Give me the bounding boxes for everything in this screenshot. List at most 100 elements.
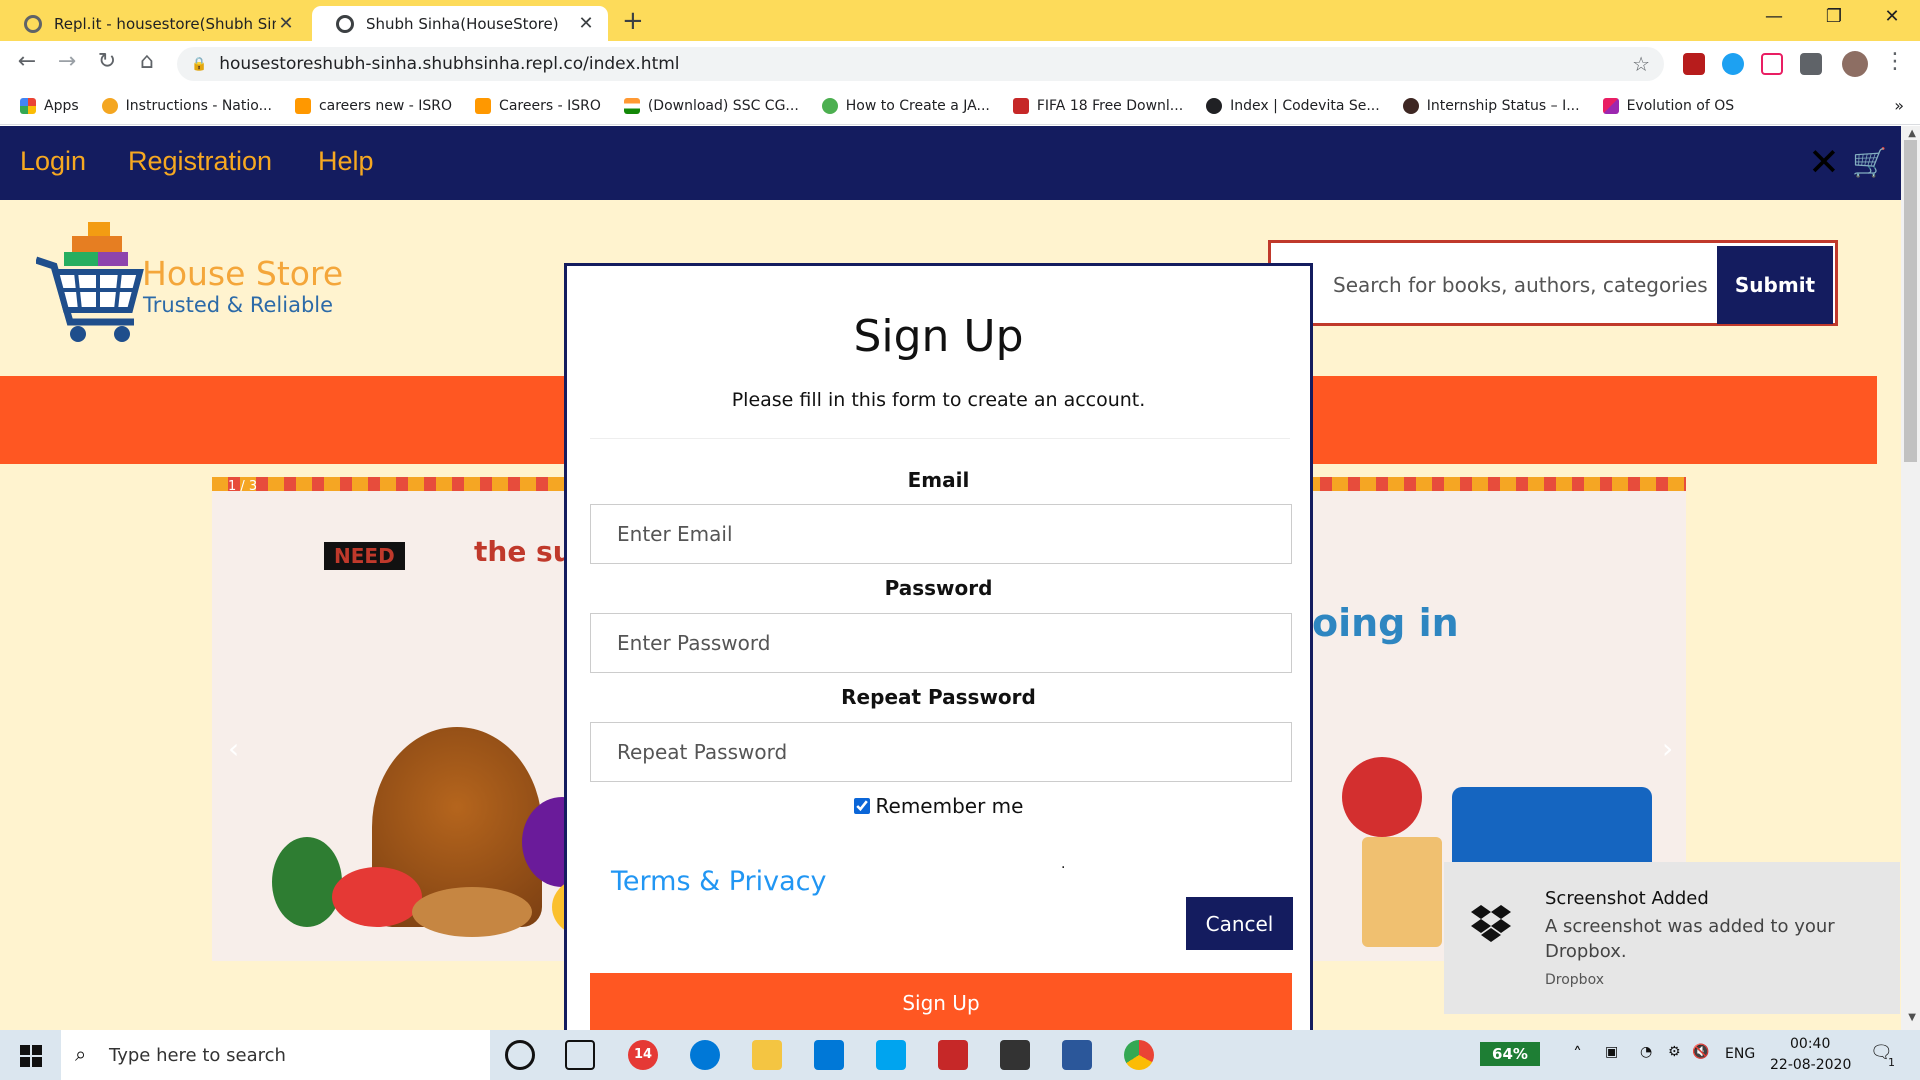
task-view-icon[interactable] [565,1040,595,1070]
edge-icon[interactable] [690,1040,720,1070]
browser-toolbar: ← → ↻ ⌂ 🔒 housestoreshubh-sinha.shubhsin… [0,41,1920,87]
bookmarks-bar: Apps Instructions - Natio... careers new… [0,87,1920,125]
app-badge-icon[interactable]: 14 [628,1040,658,1070]
slide-prev-arrow[interactable]: ‹ [228,732,239,765]
toast-title: Screenshot Added [1545,888,1709,909]
taskbar-search[interactable]: ⌕ Type here to search [61,1030,490,1080]
courier-cap-shape [1342,757,1422,837]
chrome-icon[interactable] [1124,1040,1154,1070]
tab-housestore[interactable]: Shubh Sinha(HouseStore) ✕ [312,6,608,41]
slide-counter: 1 / 3 [228,479,258,494]
bookmark-item[interactable]: FIFA 18 Free Downl... [1012,97,1183,114]
bookmark-star-icon[interactable]: ☆ [1632,52,1650,76]
restore-icon[interactable]: ❐ [1814,6,1854,27]
tray-app-icon[interactable]: ▣ [1605,1044,1618,1060]
clock-date[interactable]: 22-08-2020 [1770,1057,1851,1073]
bookmarks-overflow-icon[interactable]: » [1894,96,1904,115]
replit-favicon-icon [24,14,42,33]
bookmark-apps[interactable]: Apps [20,97,79,114]
india-flag-icon [623,97,640,114]
site-navbar: Login Registration Help ✕ 🛒 [0,126,1901,200]
remember-me[interactable]: Remember me [567,794,1310,818]
dropbox-notification[interactable]: Screenshot Added A screenshot was added … [1444,862,1900,1014]
volume-mute-icon[interactable]: 🔇 [1692,1044,1709,1060]
bookmark-item[interactable]: Careers - ISRO [475,97,601,114]
back-icon[interactable]: ← [12,49,42,74]
address-bar[interactable]: 🔒 housestoreshubh-sinha.shubhsinha.repl.… [177,47,1664,81]
signup-modal: Sign Up Please fill in this form to crea… [564,263,1313,1033]
home-icon[interactable]: ⌂ [132,49,162,74]
browser-tabstrip: Repl.it - housestore(Shubh Sinha) ✕ Shub… [0,0,1920,41]
scroll-down-arrow[interactable]: ▼ [1908,1012,1916,1023]
forward-icon[interactable]: → [52,49,82,74]
search-submit-button[interactable]: Submit [1717,246,1833,324]
new-tab-button[interactable]: + [622,6,644,36]
toast-body: A screenshot was added to your Dropbox. [1545,916,1835,962]
store-icon[interactable] [1000,1040,1030,1070]
l-app-icon[interactable] [876,1040,906,1070]
banner-text-right: oing in [1312,601,1459,645]
minimize-icon[interactable]: — [1754,6,1794,27]
wifi-icon[interactable]: ◔ [1640,1044,1652,1060]
remember-label: Remember me [875,794,1024,818]
scroll-thumb[interactable] [1904,140,1917,462]
cancel-button[interactable]: Cancel [1186,897,1293,950]
network-icon[interactable]: ⚙ [1668,1044,1681,1060]
tab-close-icon[interactable]: ✕ [276,13,296,34]
page-scrollbar[interactable]: ▲ ▼ [1901,126,1920,1030]
nav-login-link[interactable]: Login [20,146,86,177]
battery-indicator[interactable]: 64% [1480,1042,1540,1066]
slide-next-arrow[interactable]: › [1662,732,1673,765]
nav-help-link[interactable]: Help [318,146,374,177]
word-icon[interactable] [1062,1040,1092,1070]
window-close-icon[interactable]: ✕ [1872,6,1912,27]
windows-start-icon[interactable] [20,1045,42,1067]
language-indicator[interactable]: ENG [1725,1046,1755,1062]
tab-replit[interactable]: Repl.it - housestore(Shubh Sinha) ✕ [0,6,308,41]
clock-time[interactable]: 00:40 [1790,1036,1830,1052]
menu-kebab-icon[interactable]: ⋮ [1880,49,1910,74]
cortana-icon[interactable] [505,1040,535,1070]
profile-avatar[interactable] [1842,51,1868,77]
file-explorer-icon[interactable] [752,1040,782,1070]
password-field[interactable] [590,613,1292,673]
terms-privacy-link[interactable]: Terms & Privacy [611,866,827,897]
search-input[interactable] [1319,247,1729,322]
mcafee-icon[interactable] [938,1040,968,1070]
bookmark-item[interactable]: Evolution of OS [1602,97,1734,114]
close-icon[interactable]: ✕ [1808,140,1840,184]
cart-icon[interactable]: 🛒 [1852,146,1887,179]
reload-icon[interactable]: ↻ [92,49,122,74]
bookmark-item[interactable]: How to Create a JA... [821,97,990,114]
toast-source: Dropbox [1545,972,1604,988]
site-icon [1602,97,1619,114]
isro-icon [475,97,492,114]
search-icon: ⌕ [75,1042,87,1066]
bookmark-item[interactable]: Index | Codevita Se... [1206,97,1380,114]
scroll-up-arrow[interactable]: ▲ [1908,128,1916,139]
nav-registration-link[interactable]: Registration [128,146,272,177]
mail-icon[interactable] [814,1040,844,1070]
extension-pocket-icon[interactable] [1761,53,1783,75]
remember-checkbox[interactable] [853,798,870,814]
bookmark-item[interactable]: Instructions - Natio... [101,97,272,114]
extension-blue-icon[interactable] [1722,53,1744,75]
bookmark-label: How to Create a JA... [845,97,990,114]
veg-shape [332,867,422,927]
veg-shape [272,837,342,927]
extension-shield-icon[interactable] [1683,53,1705,75]
tab-title: Repl.it - housestore(Shubh Sinha) [54,14,276,33]
bookmark-item[interactable]: (Download) SSC CG... [623,97,799,114]
taskbar-search-placeholder: Type here to search [109,1044,286,1066]
logo-title: House Store [142,254,344,293]
bookmark-label: Index | Codevita Se... [1230,97,1380,114]
tab-close-icon[interactable]: ✕ [576,13,596,34]
signup-button[interactable]: Sign Up [590,973,1292,1033]
bookmark-item[interactable]: careers new - ISRO [294,97,452,114]
extensions-puzzle-icon[interactable] [1800,53,1822,75]
chevron-up-icon[interactable]: ˄ [1573,1044,1582,1065]
repeat-password-field[interactable] [590,722,1292,782]
bookmark-item[interactable]: Internship Status – I... [1402,97,1580,114]
modal-title: Sign Up [853,311,1024,362]
email-field[interactable] [590,504,1292,564]
